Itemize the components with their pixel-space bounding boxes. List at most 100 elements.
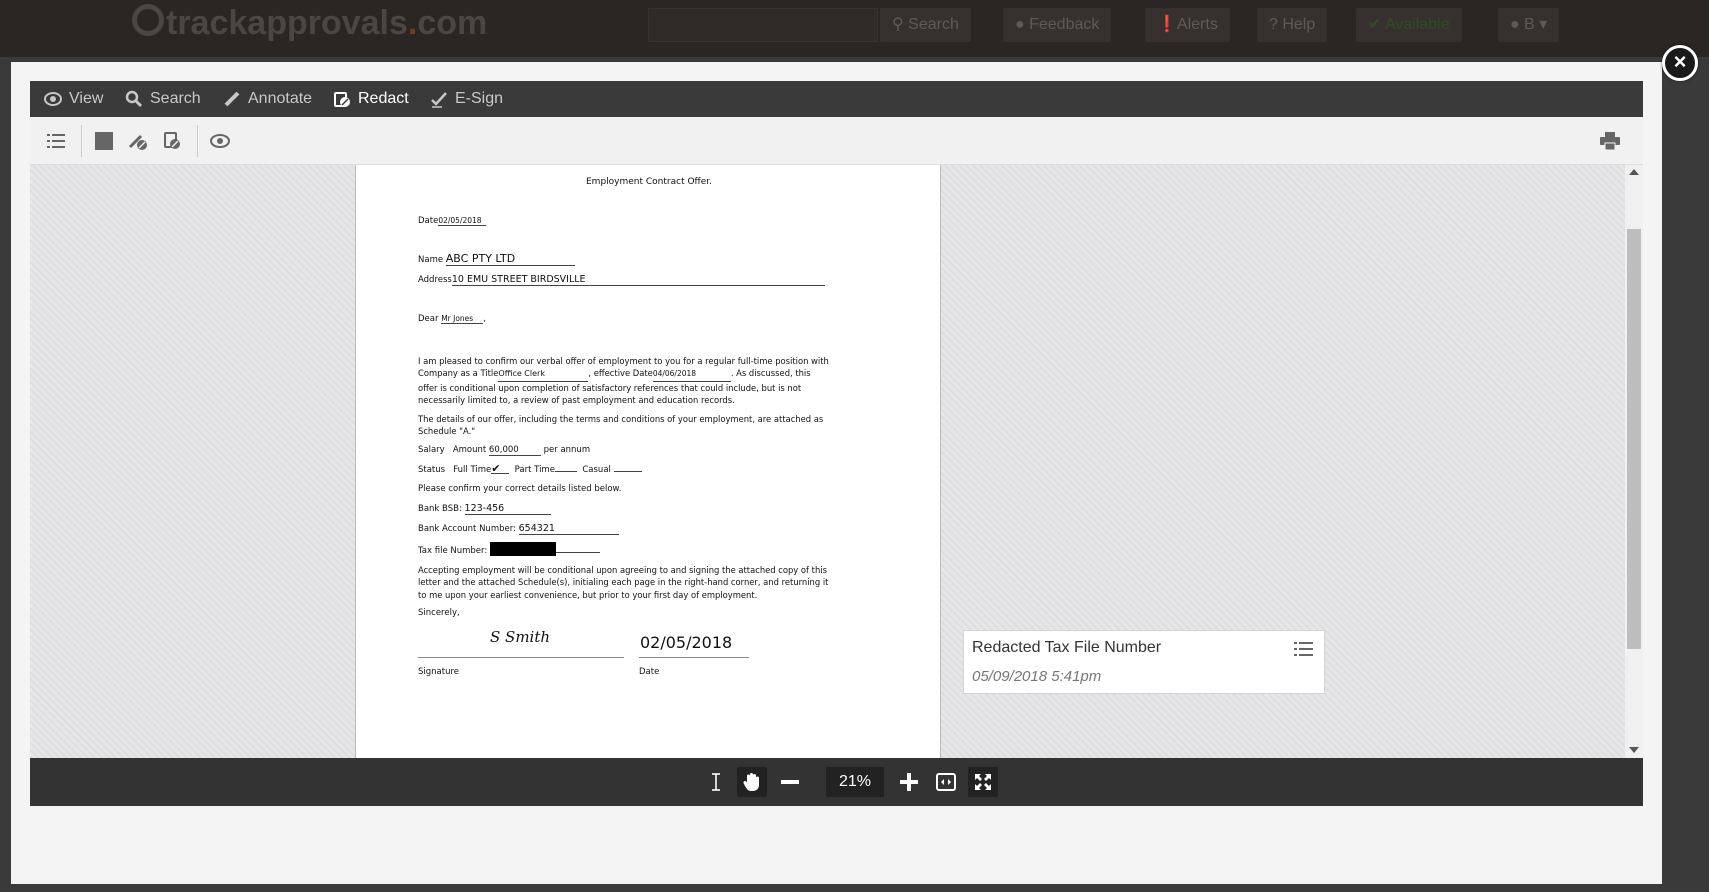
amount-value: 60,000	[488, 445, 541, 456]
logo-text: trackapprovals	[166, 4, 408, 42]
casual-label: Casual	[582, 465, 611, 475]
zoom-in-icon[interactable]	[894, 767, 924, 797]
date-value: 02/05/2018	[438, 216, 487, 226]
signature-date-label: Date	[639, 667, 660, 677]
annotation-card[interactable]: Redacted Tax File Number 05/09/2018 5:41…	[963, 630, 1325, 694]
bsb-value: 123-456	[464, 503, 551, 515]
user-menu-button[interactable]: ● B ▾	[1498, 8, 1560, 42]
vertical-scrollbar[interactable]	[1625, 165, 1643, 758]
redact-page-icon[interactable]	[162, 131, 182, 151]
scroll-thumb[interactable]	[1627, 229, 1641, 649]
redact-freehand-icon[interactable]	[128, 131, 148, 151]
logo-tld: com	[417, 4, 488, 42]
fit-width-icon[interactable]	[931, 767, 961, 797]
name-line: Name ABC PTY LTD	[418, 252, 575, 266]
account-line: Bank Account Number: 654321	[418, 523, 619, 535]
scroll-down-arrow-icon[interactable]	[1629, 747, 1639, 753]
offer-text-b: , effective Date	[588, 368, 653, 379]
redaction-box[interactable]	[489, 542, 556, 556]
date-line: Date02/05/2018	[418, 216, 487, 226]
name-label: Name	[418, 255, 444, 265]
redact-icon	[333, 90, 351, 108]
tab-redact[interactable]: Redact	[333, 81, 409, 117]
offer-title-value: Office Clerk	[498, 368, 589, 382]
fullscreen-icon[interactable]	[968, 767, 998, 797]
tab-esign[interactable]: E-Sign	[430, 81, 503, 117]
full-time-label: Full Time	[453, 465, 492, 475]
document-page[interactable]: Employment Contract Offer. Date02/05/201…	[355, 165, 941, 758]
tab-view[interactable]: View	[44, 81, 103, 117]
logo-dot: .	[407, 4, 418, 42]
viewer-bottom-toolbar: 21%	[30, 758, 1643, 806]
redact-toolbar	[30, 117, 1643, 165]
tab-search-label: Search	[150, 90, 201, 107]
tfn-line: Tax file Number:	[418, 542, 600, 556]
print-icon[interactable]	[1600, 131, 1620, 151]
address-line: Address10 EMU STREET BIRDSVILLE	[418, 274, 825, 286]
pan-hand-icon[interactable]	[737, 767, 767, 797]
status-label: Status	[418, 465, 446, 475]
redact-area-icon[interactable]	[94, 131, 114, 151]
status-line: Status Full Time✔ Part Time Casual	[418, 463, 642, 475]
tab-search[interactable]: Search	[125, 81, 201, 117]
availability-label: Available	[1384, 16, 1450, 33]
salary-label: Salary	[418, 445, 445, 455]
account-label: Bank Account Number:	[418, 524, 516, 534]
scroll-up-arrow-icon[interactable]	[1629, 169, 1639, 175]
annotation-list-icon[interactable]	[1294, 641, 1314, 659]
bsb-line: Bank BSB: 123-456	[418, 503, 551, 515]
offer-date-value: 04/06/2018	[652, 368, 731, 382]
document-title: Employment Contract Offer.	[585, 177, 713, 187]
sincerely-text: Sincerely,	[418, 608, 460, 618]
close-modal-button[interactable]: ×	[1662, 45, 1698, 81]
search-icon	[125, 90, 143, 108]
paragraph-offer: I am pleased to confirm our verbal offer…	[418, 355, 830, 407]
search-button[interactable]: ⚲ Search	[880, 8, 971, 42]
zoom-level-input[interactable]: 21%	[826, 767, 884, 797]
help-button[interactable]: ? Help	[1257, 8, 1328, 42]
toolbar-divider	[197, 125, 198, 157]
tab-annotate-label: Annotate	[248, 90, 313, 107]
per-annum-label: per annum	[543, 445, 591, 455]
eye-icon	[44, 90, 62, 108]
search-button-label: Search	[908, 16, 959, 33]
feedback-button[interactable]: ● Feedback	[1003, 8, 1112, 42]
handwritten-signature: S Smith	[490, 628, 551, 646]
alerts-button[interactable]: ❗Alerts	[1145, 8, 1230, 42]
list-icon[interactable]	[46, 131, 66, 151]
tab-annotate[interactable]: Annotate	[223, 81, 312, 117]
document-canvas[interactable]: Employment Contract Offer. Date02/05/201…	[30, 165, 1643, 758]
date-line-rule	[639, 657, 749, 658]
zoom-out-icon[interactable]	[775, 767, 805, 797]
bsb-label: Bank BSB:	[418, 504, 462, 514]
feedback-button-label: Feedback	[1029, 16, 1100, 33]
signature-label: Signature	[418, 667, 460, 677]
app-header: trackapprovals.com ⚲ Search ● Feedback ❗…	[0, 0, 1709, 57]
help-button-label: Help	[1282, 16, 1316, 33]
user-initial: B	[1524, 16, 1535, 33]
document-viewer-modal: View Search Annotate Redact E-Sign Emplo…	[11, 62, 1662, 884]
app-logo[interactable]: trackapprovals.com	[132, 4, 487, 43]
pencil-icon	[223, 90, 241, 108]
confirm-text: Please confirm your correct details list…	[418, 484, 622, 494]
text-select-icon[interactable]	[701, 767, 731, 797]
tab-view-label: View	[69, 90, 104, 107]
part-time-label: Part Time	[514, 465, 555, 475]
viewer-tab-bar: View Search Annotate Redact E-Sign	[30, 81, 1643, 117]
tfn-label: Tax file Number:	[418, 546, 488, 556]
paragraph-acceptance: Accepting employment will be conditional…	[418, 565, 829, 600]
name-value: ABC PTY LTD	[445, 252, 575, 266]
dear-value: Mr Jones	[441, 314, 484, 324]
alerts-button-label: Alerts	[1176, 16, 1218, 33]
global-search-input[interactable]	[648, 8, 878, 42]
account-value: 654321	[518, 523, 619, 535]
annotation-title: Redacted Tax File Number	[972, 639, 1162, 656]
signed-date: 02/05/2018	[640, 633, 733, 652]
signature-icon	[430, 90, 448, 108]
paragraph-details: The details of our offer, including the …	[418, 414, 824, 437]
toolbar-divider	[81, 125, 82, 157]
amount-label: Amount	[452, 445, 487, 455]
availability-button[interactable]: ✔ Available	[1356, 8, 1462, 42]
preview-eye-icon[interactable]	[210, 131, 230, 151]
date-label: Date	[418, 216, 439, 226]
